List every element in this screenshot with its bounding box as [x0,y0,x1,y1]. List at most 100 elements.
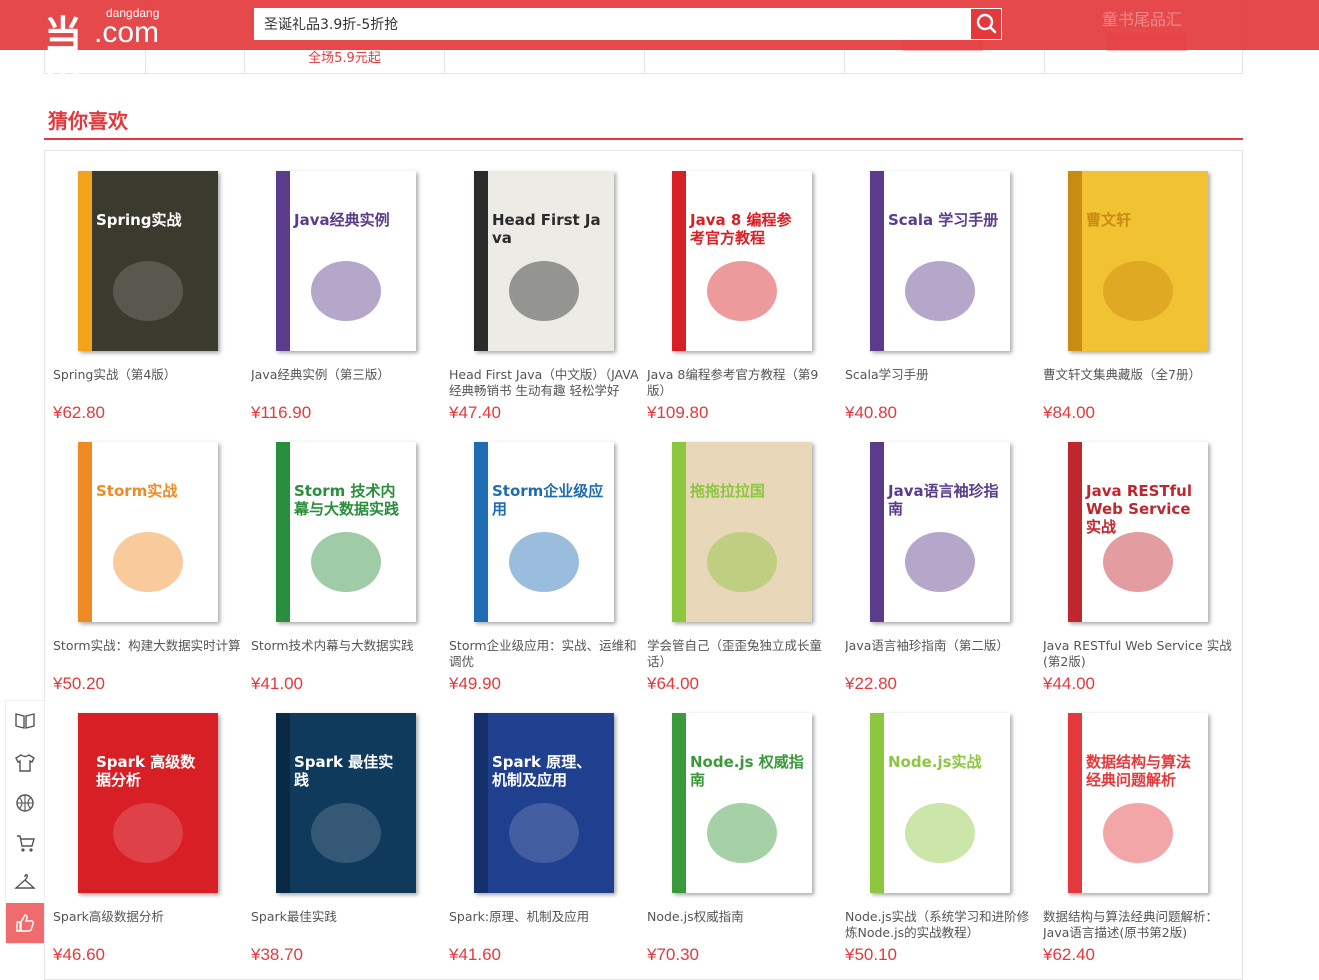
book-cover-title: Storm企业级应用 [492,481,604,518]
product-name-link[interactable]: Storm实战：构建大数据实时计算 [53,638,243,654]
product-cover[interactable]: 数据结构与算法经典问题解析 [1043,705,1233,900]
book-cover-title: Java经典实例 [294,210,390,229]
product-price: ¥22.80 [845,674,897,693]
book-spine-band [474,170,488,351]
book-cover-image: Scala 学习手册 [870,170,1010,351]
product-card[interactable]: Java语言袖珍指南 Java语言袖珍指南（第二版） ¥22.80 [845,434,1035,694]
product-price: ¥47.40 [449,403,501,422]
product-name-link[interactable]: Storm技术内幕与大数据实践 [251,638,441,654]
section-divider [44,138,1243,140]
product-card[interactable]: Java经典实例 Java经典实例（第三版） ¥116.90 [251,163,441,423]
product-card[interactable]: Spark 高级数据分析 Spark高级数据分析 ¥46.60 [53,705,243,965]
product-name-link[interactable]: Spark:原理、机制及应用 [449,909,639,925]
product-card[interactable]: 曹文轩 曹文轩文集典藏版（全7册） ¥84.00 [1043,163,1233,423]
product-card[interactable]: Spark 最佳实践 Spark最佳实践 ¥38.70 [251,705,441,965]
book-cover-art [905,531,975,592]
book-cover-image: 曹文轩 [1068,170,1208,351]
product-card[interactable]: 数据结构与算法经典问题解析数据结构与算法经典问题解析：Java语言描述(原书第2… [1043,705,1233,965]
product-name-link[interactable]: Node.js实战（系统学习和进阶修炼Node.js的实战教程） [845,909,1035,941]
product-name-link[interactable]: Java语言袖珍指南（第二版） [845,638,1035,654]
product-card[interactable]: Storm企业级应用 Storm企业级应用：实战、运维和调优 ¥49.90 [449,434,639,694]
product-card[interactable]: Scala 学习手册 Scala学习手册 ¥40.80 [845,163,1035,423]
product-cover[interactable]: Spark 原理、机制及应用 [449,705,639,900]
book-cover-art [707,531,777,592]
book-cover-title: Spark 最佳实践 [294,752,394,789]
product-card[interactable]: Spark 原理、机制及应用 Spark:原理、机制及应用 ¥41.60 [449,705,639,965]
product-price: ¥46.60 [53,945,105,964]
product-name-link[interactable]: Spring实战（第4版） [53,367,243,383]
product-price: ¥44.00 [1043,674,1095,693]
product-cover[interactable]: Node.js实战 [845,705,1035,900]
side-item-home[interactable] [6,863,44,903]
product-card[interactable]: Java 8 编程参考官方教程 Java 8编程参考官方教程（第9版） ¥109.8… [647,163,837,423]
book-cover-image: Head First Java [474,170,614,351]
product-cover[interactable]: Storm企业级应用 [449,434,639,629]
book-cover-title: Storm 技术内幕与大数据实践 [294,481,400,518]
side-item-clothing[interactable] [6,743,44,783]
book-spine-band [474,712,488,893]
side-item-baby[interactable] [6,823,44,863]
product-name-link[interactable]: Storm企业级应用：实战、运维和调优 [449,638,639,670]
section-title: 猜你喜欢 [48,109,128,133]
book-cover-image: Spark 原理、机制及应用 [474,712,614,893]
product-price: ¥50.20 [53,674,105,693]
product-cover[interactable]: 拖拖拉拉国 [647,434,837,629]
book-cover-art [707,802,777,863]
product-cover[interactable]: Scala 学习手册 [845,163,1035,358]
book-spine-band [1068,170,1082,351]
book-cover-art [311,802,381,863]
ball-icon [16,794,34,812]
product-card[interactable]: Storm 技术内幕与大数据实践 Storm技术内幕与大数据实践 ¥41.00 [251,434,441,694]
product-cover[interactable]: Java经典实例 [251,163,441,358]
product-cover[interactable]: Java RESTful Web Service实战 [1043,434,1233,629]
product-card[interactable]: 拖拖拉拉国 学会管自己（歪歪兔独立成长童话） ¥64.00 [647,434,837,694]
book-cover-title: Spark 高级数据分析 [96,752,196,789]
book-spine-band [276,170,290,351]
product-cover[interactable]: Storm 技术内幕与大数据实践 [251,434,441,629]
search-icon [976,13,997,34]
book-cover-image: Java RESTful Web Service实战 [1068,441,1208,622]
product-cover[interactable]: Node.js 权威指南 [647,705,837,900]
product-card[interactable]: Java RESTful Web Service实战 Java RESTful W… [1043,434,1233,694]
tshirt-icon [15,754,35,772]
product-cover[interactable]: Java语言袖珍指南 [845,434,1035,629]
product-cover[interactable]: Storm实战 [53,434,243,629]
product-name-link[interactable]: Java经典实例（第三版） [251,367,441,383]
product-cover[interactable]: Java 8 编程参考官方教程 [647,163,837,358]
book-spine-band [672,712,686,893]
search-input[interactable] [254,8,970,40]
product-name-link[interactable]: Node.js权威指南 [647,909,837,925]
product-cover[interactable]: 曹文轩 [1043,163,1233,358]
product-name-link[interactable]: 曹文轩文集典藏版（全7册） [1043,367,1233,383]
search-button[interactable] [970,8,1002,40]
book-spine-band [276,441,290,622]
product-name-link[interactable]: 学会管自己（歪歪兔独立成长童话） [647,638,837,670]
product-name-link[interactable]: Java RESTful Web Service 实战(第2版) [1043,638,1233,670]
product-name-link[interactable]: Scala学习手册 [845,367,1035,383]
hanger-icon [14,874,36,889]
product-card[interactable]: Node.js 权威指南 Node.js权威指南 ¥70.30 [647,705,837,965]
side-item-books[interactable] [6,701,44,741]
side-toolbar [5,700,45,944]
logo-mark: 当当 [44,13,82,112]
product-name-link[interactable]: Head First Java（中文版）（JAVA经典畅销书 生动有趣 轻松学好… [449,367,639,399]
product-cover[interactable]: Spark 最佳实践 [251,705,441,900]
book-spine-band [78,712,92,893]
product-name-link[interactable]: Spark高级数据分析 [53,909,243,925]
book-cover-art [509,260,579,321]
ghost-promo-text: 童书尾品汇 [1102,10,1183,29]
product-cover[interactable]: Spark 高级数据分析 [53,705,243,900]
product-cover[interactable]: Spring实战 [53,163,243,358]
product-name-link[interactable]: Java 8编程参考官方教程（第9版） [647,367,837,399]
side-item-recommend[interactable] [6,903,44,943]
book-cover-title: 数据结构与算法经典问题解析 [1086,752,1192,789]
product-card[interactable]: Head First Java Head First Java（中文版）（JAVA… [449,163,639,423]
product-name-link[interactable]: 数据结构与算法经典问题解析：Java语言描述(原书第2版) [1043,909,1233,941]
side-item-sports[interactable] [6,783,44,823]
product-card[interactable]: Node.js实战 Node.js实战（系统学习和进阶修炼Node.js的实战教程… [845,705,1035,965]
product-name-link[interactable]: Spark最佳实践 [251,909,441,925]
product-card[interactable]: Storm实战 Storm实战：构建大数据实时计算 ¥50.20 [53,434,243,694]
product-card[interactable]: Spring实战 Spring实战（第4版） ¥62.80 [53,163,243,423]
product-cover[interactable]: Head First Java [449,163,639,358]
book-cover-image: Spark 最佳实践 [276,712,416,893]
